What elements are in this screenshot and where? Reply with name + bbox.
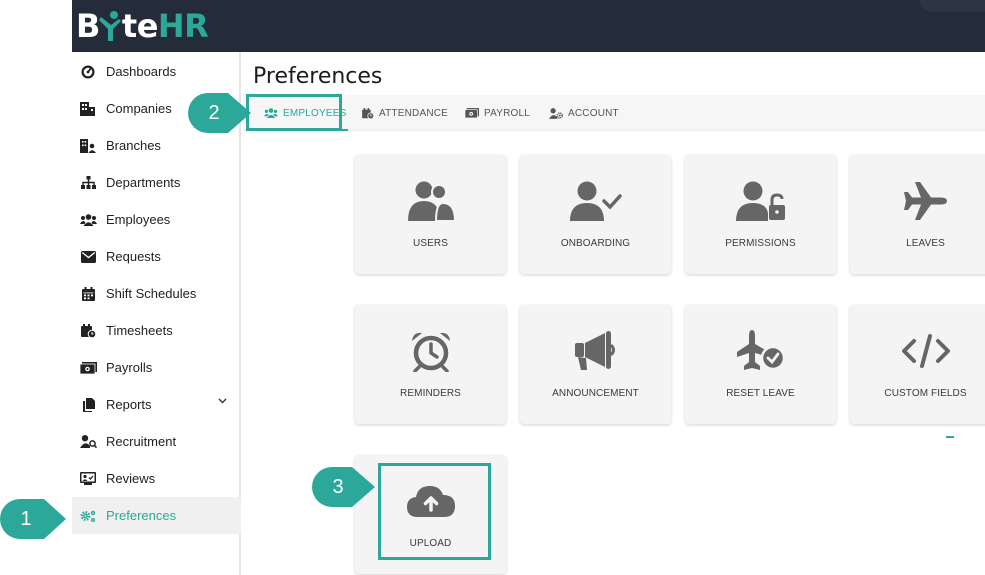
preferences-tabs: EMPLOYEES ATTENDANCE PAYROLL ACCOUNT <box>243 95 985 131</box>
building-icon <box>79 101 97 116</box>
chevron-down-icon[interactable] <box>218 398 227 404</box>
gears-icon <box>79 509 97 523</box>
user-cog-icon <box>549 107 563 119</box>
highlight-employees-tab <box>246 94 342 131</box>
callout-number: 2 <box>208 101 220 124</box>
callout-number: 3 <box>332 475 344 498</box>
tab-payroll[interactable]: PAYROLL <box>465 95 530 131</box>
card-custom-fields[interactable]: CUSTOM FIELDS <box>850 305 985 424</box>
sidebar-item-label: Dashboards <box>106 64 177 79</box>
sidebar-item-label: Branches <box>106 138 161 153</box>
users-icon <box>79 213 97 227</box>
calendar-clock-icon <box>79 323 97 338</box>
envelope-icon <box>79 250 97 264</box>
sitemap-icon <box>79 176 97 190</box>
users-icon <box>355 179 506 223</box>
sidebar-item-label: Departments <box>106 175 181 190</box>
card-label: LEAVES <box>906 238 945 249</box>
tab-account[interactable]: ACCOUNT <box>549 95 619 131</box>
callout-number: 1 <box>20 507 32 530</box>
sidebar-item-dashboards[interactable]: Dashboards <box>72 53 241 90</box>
money-bill-icon <box>465 108 479 118</box>
money-bill-icon <box>79 361 97 375</box>
alarm-clock-icon <box>355 329 506 373</box>
sidebar-item-reports[interactable]: Reports <box>72 386 241 423</box>
logo-person-icon <box>98 11 121 41</box>
sidebar-item-label: Employees <box>106 212 171 227</box>
scroll-marker <box>946 436 954 438</box>
card-label: USERS <box>413 238 448 249</box>
dashboard-gauge-icon <box>79 65 97 79</box>
top-search-bar[interactable] <box>920 0 985 12</box>
file-icon <box>80 397 98 412</box>
tab-label: ACCOUNT <box>568 107 619 119</box>
calendar-icon <box>79 286 97 301</box>
sidebar-item-departments[interactable]: Departments <box>72 164 241 201</box>
sidebar-item-preferences[interactable]: Preferences <box>72 497 241 534</box>
card-onboarding[interactable]: ONBOARDING <box>520 155 671 274</box>
branches-icon <box>79 138 97 153</box>
app-logo[interactable]: B te HR <box>76 6 209 46</box>
megaphone-icon <box>520 329 671 373</box>
sidebar-item-reviews[interactable]: Reviews <box>72 460 241 497</box>
tab-label: ATTENDANCE <box>379 107 449 119</box>
review-icon <box>79 472 97 486</box>
sidebar-item-label: Companies <box>106 101 172 116</box>
sidebar-item-label: Reviews <box>106 471 156 486</box>
sidebar-item-shift-schedules[interactable]: Shift Schedules <box>72 275 241 312</box>
sidebar-item-requests[interactable]: Requests <box>72 238 241 275</box>
card-permissions[interactable]: PERMISSIONS <box>685 155 836 274</box>
sidebar-item-label: Recruitment <box>106 434 177 449</box>
page-title: Preferences <box>253 64 383 89</box>
calendar-clock-icon <box>362 107 374 119</box>
app-window: B te HR Dashboards Companies Branches De… <box>0 0 985 575</box>
user-lock-icon <box>685 179 836 223</box>
sidebar-item-label: Shift Schedules <box>106 286 197 301</box>
card-reset-leave[interactable]: RESET LEAVE <box>685 305 836 424</box>
sidebar-item-label: Payrolls <box>106 360 153 375</box>
card-label: CUSTOM FIELDS <box>884 388 967 399</box>
sidebar-item-label: Requests <box>106 249 161 264</box>
sidebar-item-payrolls[interactable]: Payrolls <box>72 349 241 386</box>
card-reminders[interactable]: REMINDERS <box>355 305 506 424</box>
sidebar-item-label: Preferences <box>106 508 177 523</box>
card-label: ANNOUNCEMENT <box>552 388 639 399</box>
card-users[interactable]: USERS <box>355 155 506 274</box>
card-label: PERMISSIONS <box>725 238 796 249</box>
logo-text-te: te <box>121 7 159 45</box>
card-announcement[interactable]: ANNOUNCEMENT <box>520 305 671 424</box>
sidebar-item-employees[interactable]: Employees <box>72 201 241 238</box>
plane-icon <box>850 179 985 223</box>
logo-letter-b: B <box>76 7 100 45</box>
card-leaves[interactable]: LEAVES <box>850 155 985 274</box>
tab-label: PAYROLL <box>484 107 531 119</box>
sidebar-item-label: Reports <box>106 397 152 412</box>
tab-attendance[interactable]: ATTENDANCE <box>362 95 448 131</box>
card-label: REMINDERS <box>400 388 461 399</box>
sidebar-item-recruitment[interactable]: Recruitment <box>72 423 241 460</box>
top-bar: B te HR <box>72 0 985 52</box>
card-label: ONBOARDING <box>560 238 631 249</box>
code-icon <box>850 329 985 373</box>
card-label: RESET LEAVE <box>726 388 795 399</box>
sidebar-item-timesheets[interactable]: Timesheets <box>72 312 241 349</box>
plane-check-icon <box>685 329 836 373</box>
sidebar-item-label: Timesheets <box>106 323 173 338</box>
logo-text-hr: HR <box>157 7 209 45</box>
user-search-icon <box>79 435 97 449</box>
user-check-icon <box>520 179 671 223</box>
highlight-upload-card <box>378 463 491 560</box>
